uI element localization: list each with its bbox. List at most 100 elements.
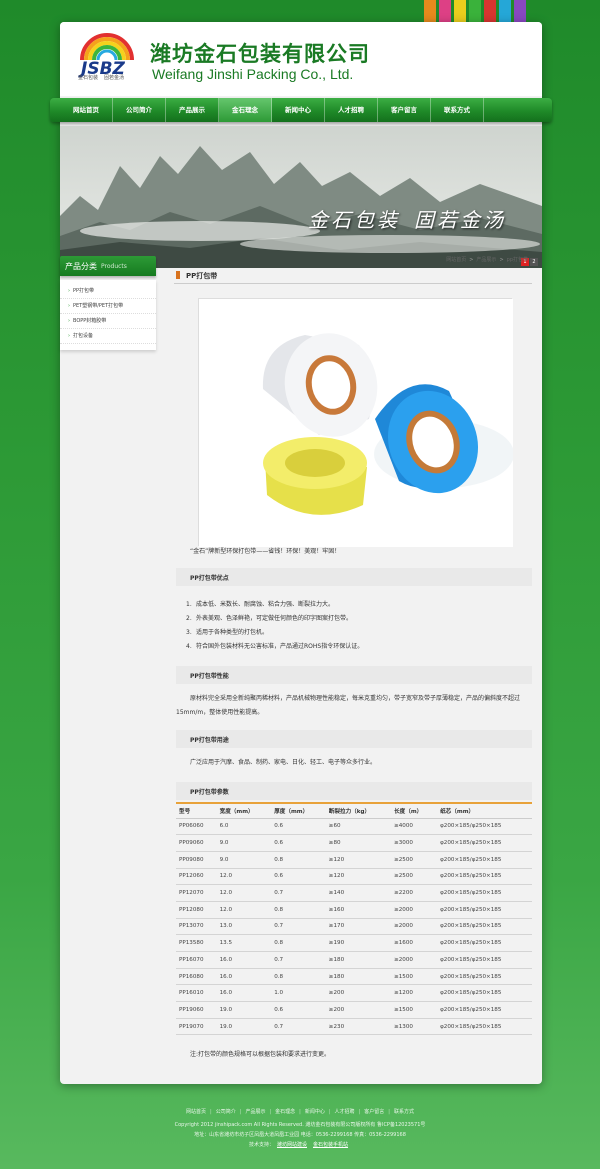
banner-mountain-image: [60, 126, 542, 268]
footer-separator: |: [328, 1109, 331, 1115]
breadcrumb-home[interactable]: 网站首页: [446, 257, 466, 263]
nav-item-home[interactable]: 网站首页: [60, 98, 113, 122]
company-name-cn: 潍坊金石包装有限公司: [150, 42, 370, 66]
footer-separator: |: [239, 1109, 242, 1115]
footer-link-home[interactable]: 网站首页: [186, 1109, 206, 1115]
table-cell: ≥200: [325, 1001, 392, 1019]
banner-page-2[interactable]: 2: [530, 258, 538, 266]
nav-item-products[interactable]: 产品展示: [166, 98, 219, 122]
table-cell: 0.6: [271, 1001, 326, 1019]
page-title-bar: PP打包带: [174, 268, 532, 284]
table-cell: ≥3000: [391, 834, 438, 852]
breadcrumb-products[interactable]: 产品展示: [476, 257, 496, 263]
product-caption: “金石”牌新型环保打包带——省钱！环保！美观！牢固！: [190, 548, 341, 555]
table-cell: φ200×185/φ250×185: [437, 884, 532, 902]
footer-link-news[interactable]: 新闻中心: [305, 1109, 325, 1115]
banner-text-1: 金石包装: [308, 208, 400, 232]
sidebar: 产品分类 Products PP打包带 PET塑钢带/PET打包带 BOPP封箱…: [60, 256, 156, 366]
table-cell: 0.8: [271, 934, 326, 952]
table-cell: ≥190: [325, 934, 392, 952]
footer-link-philosophy[interactable]: 金石理念: [275, 1109, 295, 1115]
nav-item-about[interactable]: 公司简介: [113, 98, 166, 122]
footer-separator: |: [269, 1109, 272, 1115]
table-cell: PP16070: [176, 951, 217, 969]
table-cell: PP12070: [176, 884, 217, 902]
table-cell: φ200×185/φ250×185: [437, 851, 532, 869]
footer-separator: |: [210, 1109, 212, 1115]
list-item: 3. 适用于各种类型的打包机。: [186, 629, 269, 636]
logo-caption-right: 固若金汤: [104, 75, 125, 81]
table-cell: 0.7: [271, 918, 326, 936]
table-cell: ≥200: [325, 984, 392, 1003]
table-cell: ≥170: [325, 918, 392, 936]
banner: 金石包装 固若金汤 1 2: [60, 126, 542, 268]
table-row: PP13580 13.5 0.8 ≥190 ≥1600 φ200×185/φ250×185: [176, 934, 532, 952]
nav-item-contact[interactable]: 联系方式: [431, 98, 484, 122]
list-item: 2. 外表美观、色泽鲜艳，可定做任何颜色的印字图案打包带。: [186, 615, 353, 622]
table-cell: PP13070: [176, 918, 217, 936]
banner-text-2: 固若金汤: [414, 208, 506, 232]
nav-item-jobs[interactable]: 人才招聘: [325, 98, 378, 122]
company-name-en: Weifang Jinshi Packing Co., Ltd.: [152, 66, 354, 82]
sidebar-item-pp-strap[interactable]: PP打包带: [60, 284, 156, 299]
sidebar-title: 产品分类: [65, 262, 97, 271]
sidebar-list: PP打包带 PET塑钢带/PET打包带 BOPP封箱胶带 打包设备: [60, 280, 156, 350]
table-cell: ≥180: [325, 951, 392, 969]
table-row: PP12060 12.0 0.6 ≥120 ≥2500 φ200×185/φ250×185: [176, 868, 532, 886]
table-cell: ≥2500: [391, 868, 438, 886]
footer-link-contact[interactable]: 联系方式: [394, 1109, 414, 1115]
footer-links: 网站首页 | 公司简介 | 产品展示 | 金石理念 | 新闻中心 | 人才招聘 | 客户留言 | 联系方式: [0, 1108, 600, 1120]
footer-separator: |: [388, 1109, 390, 1115]
sidebar-item-equipment[interactable]: 打包设备: [60, 329, 156, 344]
table-cell: 12.0: [216, 884, 272, 902]
table-cell: ≥180: [325, 968, 392, 986]
company-logo[interactable]: JSBZ: [78, 30, 136, 90]
table-cell: 0.7: [271, 884, 326, 902]
sidebar-item-bopp-tape[interactable]: BOPP封箱胶带: [60, 314, 156, 329]
sidebar-item-pet-strap[interactable]: PET塑钢带/PET打包带: [60, 299, 156, 314]
strap-coils-image: [199, 299, 514, 547]
section-advantages-header: PP打包带优点: [176, 568, 532, 586]
spec-table: 型号 宽度（mm） 厚度（mm） 断裂拉力（kg） 长度（m） 纸芯（mm） PP0606…: [176, 802, 532, 1036]
table-cell: ≥120: [325, 851, 392, 869]
table-cell: PP16010: [176, 984, 217, 1003]
table-cell: φ200×185/φ250×185: [437, 868, 532, 886]
table-row: PP16010 16.0 1.0 ≥200 ≥1200 φ200×185/φ250×185: [176, 984, 532, 1003]
spec-column-header: 型号: [176, 803, 217, 819]
table-row: PP12070 12.0 0.7 ≥140 ≥2200 φ200×185/φ250×185: [176, 884, 532, 902]
section-advantages-title: PP打包带优点: [190, 575, 229, 582]
table-cell: PP06060: [176, 818, 217, 836]
table-cell: ≥2000: [391, 901, 438, 919]
table-cell: 1.0: [271, 984, 326, 1003]
footer-support-link-2[interactable]: 金石包装手机站: [313, 1142, 348, 1148]
footer-link-jobs[interactable]: 人才招聘: [335, 1109, 355, 1115]
nav-item-philosophy[interactable]: 金石理念: [219, 98, 272, 122]
footer-separator: |: [358, 1109, 361, 1115]
footer-link-products[interactable]: 产品展示: [245, 1109, 265, 1115]
table-cell: 19.0: [216, 1001, 272, 1019]
footer-support: 技术支持： 潍坊网站建设 金石包装手机站: [0, 1140, 600, 1150]
table-cell: ≥4000: [391, 818, 438, 836]
table-cell: ≥2000: [391, 951, 438, 969]
footer-support-link-1[interactable]: 潍坊网站建设: [277, 1142, 307, 1148]
spec-column-header: 断裂拉力（kg）: [325, 803, 392, 819]
table-cell: PP12060: [176, 868, 217, 886]
spec-column-header: 纸芯（mm）: [437, 803, 532, 819]
table-cell: PP19070: [176, 1018, 217, 1036]
breadcrumb-current: pp打包带: [506, 257, 528, 263]
table-cell: PP09080: [176, 851, 217, 869]
banner-slogan: 金石包装 固若金汤: [308, 204, 506, 233]
table-row: PP16070 16.0 0.7 ≥180 ≥2000 φ200×185/φ250×185: [176, 951, 532, 969]
table-cell: φ200×185/φ250×185: [437, 968, 532, 986]
table-cell: 13.5: [216, 934, 272, 952]
footer-link-about[interactable]: 公司简介: [216, 1109, 236, 1115]
footer-link-message[interactable]: 客户留言: [364, 1109, 384, 1115]
table-cell: 13.0: [216, 918, 272, 936]
usage-text: 广泛应用于汽摩、食品、制药、家电、日化、轻工、电子等众多行业。: [190, 759, 377, 766]
table-cell: PP09060: [176, 834, 217, 852]
nav-item-news[interactable]: 新闻中心: [272, 98, 325, 122]
table-cell: 16.0: [216, 951, 272, 969]
table-cell: 12.0: [216, 868, 272, 886]
nav-item-message[interactable]: 客户留言: [378, 98, 431, 122]
table-cell: ≥2200: [391, 884, 438, 902]
